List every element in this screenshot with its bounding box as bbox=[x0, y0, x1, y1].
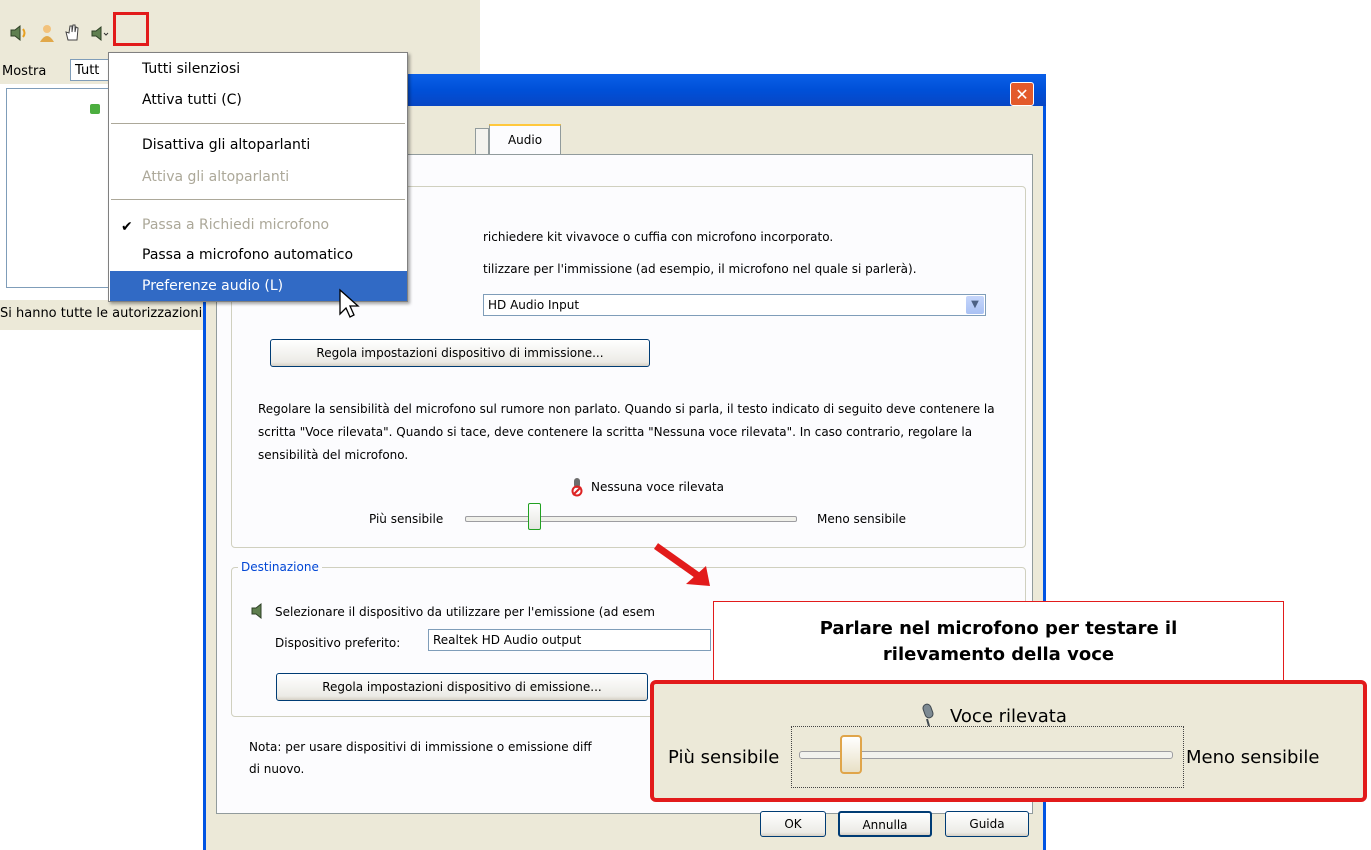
callout-slider-right-label: Meno sensibile bbox=[1186, 747, 1320, 768]
speaker-icon[interactable] bbox=[8, 22, 30, 44]
input-device-value: HD Audio Input bbox=[488, 298, 580, 312]
menu-item-disable-speakers[interactable]: Disattiva gli altoparlanti bbox=[142, 137, 310, 153]
callout-title: Parlare nel microfono per testare il ril… bbox=[713, 601, 1284, 683]
speaker-icon bbox=[251, 602, 262, 620]
callout-title-line: Parlare nel microfono per testare il bbox=[819, 618, 1178, 639]
menu-item-all-silent[interactable]: Tutti silenziosi bbox=[142, 61, 240, 77]
note-text: Nota: per usare dispositivi di immission… bbox=[249, 736, 659, 780]
callout-title-line: rilevamento della voce bbox=[882, 644, 1115, 665]
menu-item-audio-preferences[interactable]: Preferenze audio (L) bbox=[142, 278, 283, 294]
user-hand-icon[interactable] bbox=[36, 22, 58, 44]
menu-item-request-mic: Passa a Richiedi microfono bbox=[142, 217, 330, 233]
slider-left-label: Più sensibile bbox=[369, 512, 444, 526]
arrow-icon bbox=[653, 543, 710, 586]
tab-previous[interactable] bbox=[475, 128, 489, 154]
source-description-line: richiedere kit vivavoce o cuffia con mic… bbox=[483, 230, 834, 244]
sensitivity-slider-track[interactable] bbox=[465, 516, 797, 522]
input-device-select[interactable]: HD Audio Input ▼ bbox=[483, 294, 986, 316]
output-settings-button[interactable]: Regola impostazioni dispositivo di emiss… bbox=[276, 673, 648, 701]
checkmark-icon: ✔ bbox=[121, 219, 133, 235]
menu-separator bbox=[111, 199, 405, 200]
status-text: Si hanno tutte le autorizzazioni bbox=[0, 306, 203, 321]
sensitivity-slider-thumb[interactable] bbox=[528, 503, 541, 530]
callout-slider-left-label: Più sensibile bbox=[668, 747, 780, 768]
voice-detected-label: Voce rilevata bbox=[950, 706, 1067, 727]
mostra-label: Mostra bbox=[2, 64, 47, 79]
mouse-cursor-icon bbox=[339, 288, 360, 318]
tab-audio[interactable]: Audio bbox=[489, 124, 561, 154]
audio-dropdown-menu: Tutti silenziosi Attiva tutti (C) Disatt… bbox=[108, 52, 408, 302]
output-device-select[interactable]: Realtek HD Audio output bbox=[428, 629, 711, 651]
note-line: Nota: per usare dispositivi di immission… bbox=[249, 740, 592, 754]
highlight-frame bbox=[113, 12, 149, 46]
close-button[interactable]: ✕ bbox=[1010, 82, 1034, 106]
menu-separator bbox=[111, 123, 405, 124]
destination-description: Selezionare il dispositivo da utilizzare… bbox=[275, 605, 655, 619]
source-instruction-line: tilizzare per l'immissione (ad esempio, … bbox=[483, 262, 917, 276]
microphone-icon bbox=[922, 703, 934, 727]
menu-item-auto-mic[interactable]: Passa a microfono automatico bbox=[142, 247, 353, 263]
input-settings-button[interactable]: Regola impostazioni dispositivo di immis… bbox=[270, 339, 650, 367]
dropdown-arrow-icon[interactable]: ▼ bbox=[966, 296, 984, 314]
microphone-muted-icon bbox=[571, 478, 583, 497]
microphone-menu-icon[interactable] bbox=[88, 22, 110, 44]
note-line: di nuovo. bbox=[249, 762, 305, 776]
hand-icon[interactable] bbox=[62, 22, 84, 44]
ok-button[interactable]: OK bbox=[760, 811, 826, 837]
destination-legend: Destinazione bbox=[238, 560, 322, 574]
cancel-button[interactable]: Annulla bbox=[838, 811, 932, 837]
callout-slider-thumb[interactable] bbox=[840, 735, 862, 774]
voice-status-label: Nessuna voce rilevata bbox=[591, 480, 724, 494]
preferred-device-label: Dispositivo preferito: bbox=[275, 636, 401, 650]
slider-right-label: Meno sensibile bbox=[817, 512, 906, 526]
menu-item-enable-speakers: Attiva gli altoparlanti bbox=[142, 169, 290, 185]
status-icon bbox=[90, 104, 100, 114]
sensitivity-description: Regolare la sensibilità del microfono su… bbox=[258, 402, 995, 462]
help-button[interactable]: Guida bbox=[945, 811, 1029, 837]
menu-item-activate-all[interactable]: Attiva tutti (C) bbox=[142, 92, 242, 108]
